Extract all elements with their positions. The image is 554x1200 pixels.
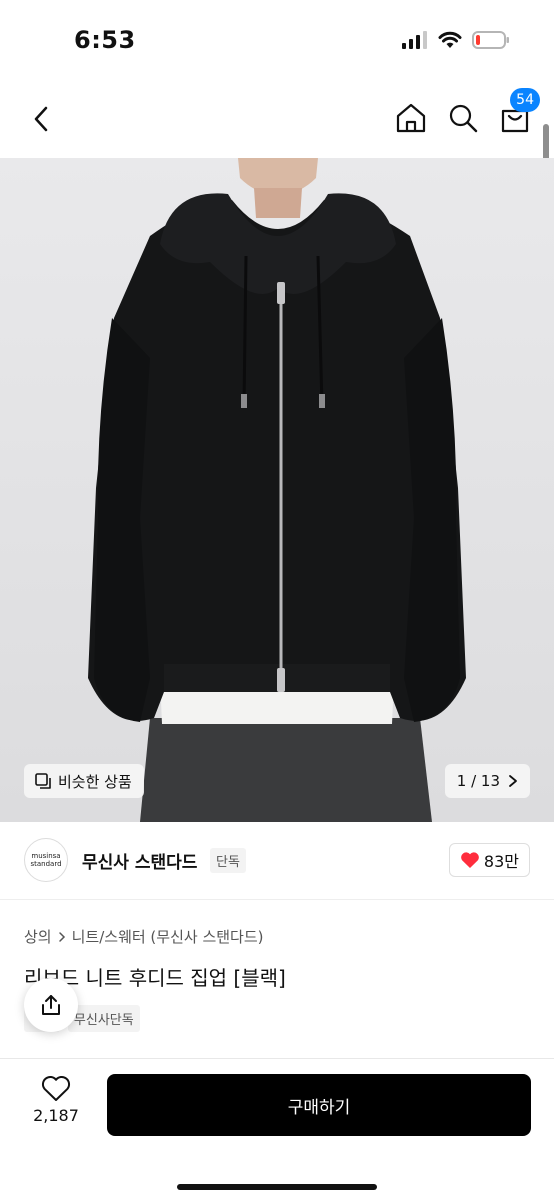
search-icon [449,104,478,133]
brand-logo-line2: standard [30,860,62,868]
home-icon [396,103,426,133]
heart-outline-icon [41,1076,71,1101]
cart-button[interactable]: 54 [498,88,540,136]
brand-row: musinsa standard 무신사 스탠다드 단독 83만 [0,822,554,900]
share-icon [42,995,60,1015]
brand-like-button[interactable]: 83만 [448,843,530,877]
brand-name[interactable]: 무신사 스탠다드 [82,848,197,873]
chevron-right-icon [509,775,517,787]
image-page-counter[interactable]: 1 / 13 [444,764,530,798]
status-bar: 6:53 [0,0,554,80]
brand-logo[interactable]: musinsa standard [24,838,68,882]
page-counter-text: 1 / 13 [456,772,500,790]
share-button[interactable] [24,978,78,1032]
chevron-left-icon [34,106,48,132]
product-photo [0,158,554,822]
battery-icon [472,31,510,53]
bottom-action-bar: 2,187 구매하기 [0,1058,554,1200]
breadcrumb-category-2[interactable]: 니트/스웨터 (무신사 스탠다드) [72,926,264,947]
nav-bar: 54 [0,80,554,158]
wishlist-count: 2,187 [33,1106,79,1125]
search-button[interactable] [446,100,480,136]
rating-row-peek [24,1050,204,1058]
nav-actions: 54 [394,88,540,136]
product-image[interactable]: 비슷한 상품 1 / 13 [0,158,554,822]
home-indicator [177,1184,377,1190]
cart-count-badge: 54 [510,88,540,112]
brand-like-count: 83만 [483,852,519,871]
copy-icon [35,773,51,789]
chevron-right-icon [58,931,65,942]
breadcrumb: 상의 니트/스웨터 (무신사 스탠다드) [24,926,264,947]
wishlist-button[interactable]: 2,187 [20,1075,92,1125]
wifi-icon [438,31,462,53]
home-button[interactable] [394,100,428,136]
heart-filled-icon [461,852,479,868]
similar-products-label: 비슷한 상품 [58,772,132,791]
status-time: 6:53 [74,26,136,54]
tag-exclusive: 무신사단독 [67,1005,140,1032]
exclusive-badge: 단독 [210,848,246,873]
buy-button[interactable]: 구매하기 [107,1074,531,1136]
similar-products-button[interactable]: 비슷한 상품 [24,764,144,798]
brand-logo-line1: musinsa [31,852,61,860]
status-icons [402,30,510,54]
breadcrumb-category-1[interactable]: 상의 [24,926,52,947]
signal-icon [402,31,428,53]
back-button[interactable] [24,102,58,136]
